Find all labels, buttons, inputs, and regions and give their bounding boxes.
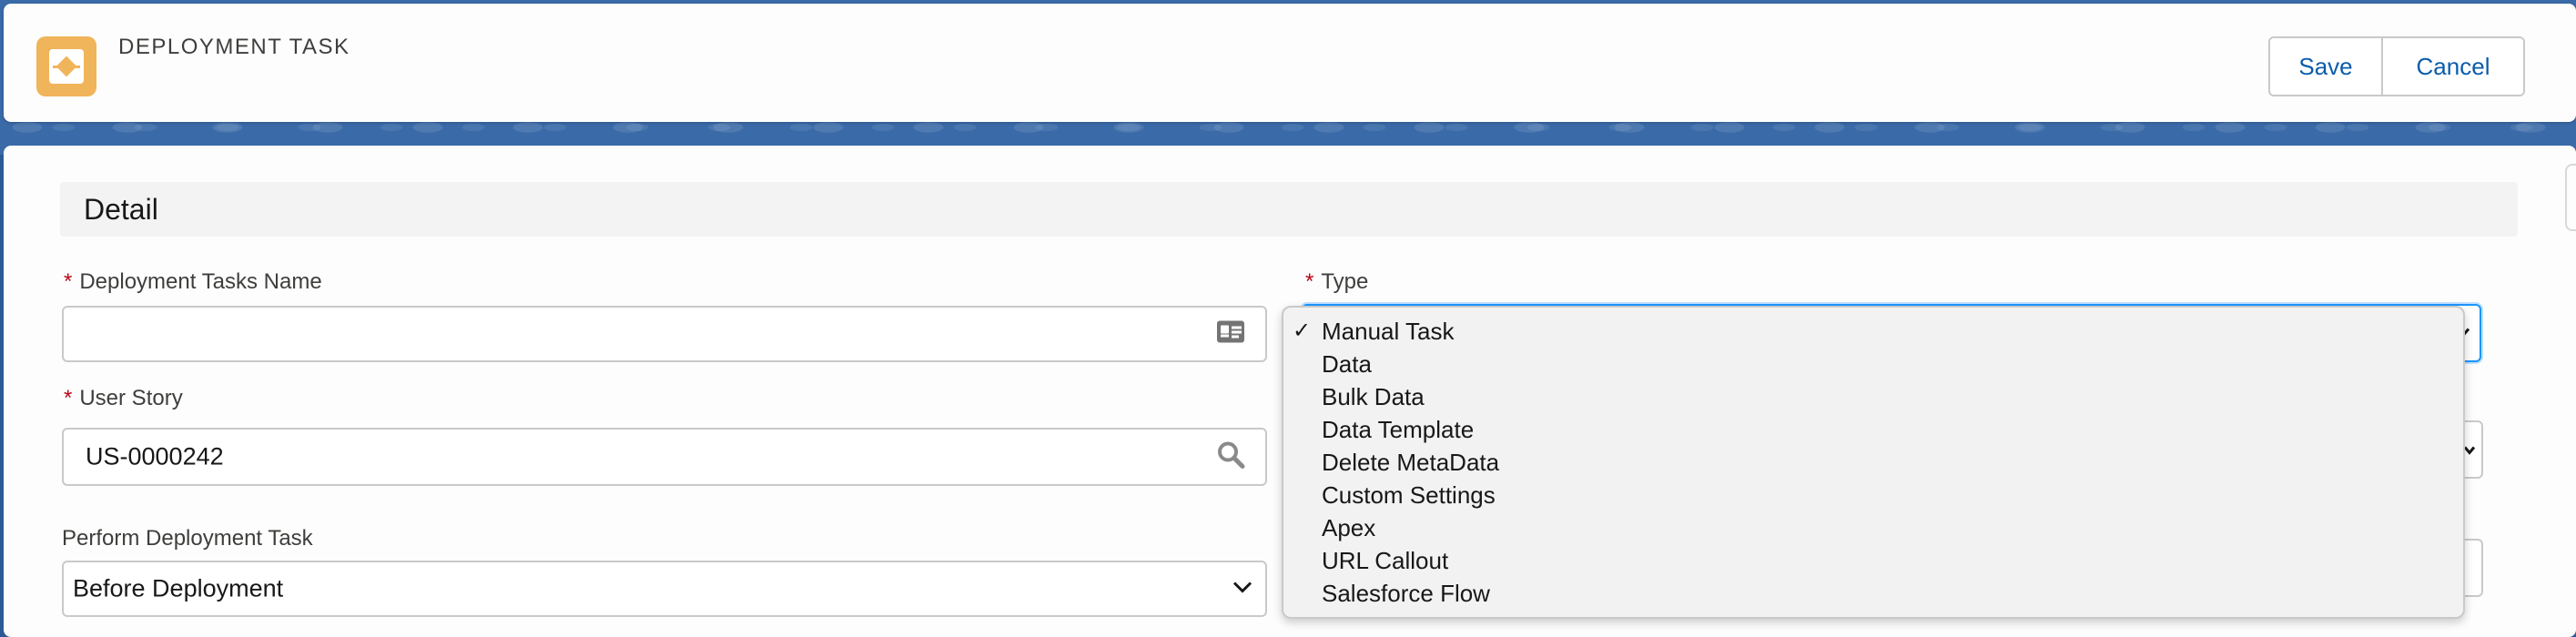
type-option-manual-task[interactable]: ✓ Manual Task bbox=[1283, 315, 2463, 348]
checkmark-icon: ✓ bbox=[1293, 318, 1312, 343]
deployment-task-icon bbox=[36, 36, 96, 96]
section-header[interactable] bbox=[60, 182, 2518, 237]
header-button-group: Save Cancel bbox=[2268, 36, 2525, 96]
cancel-button[interactable]: Cancel bbox=[2381, 38, 2523, 95]
page-title: DEPLOYMENT TASK bbox=[118, 35, 350, 59]
chevron-down-icon bbox=[1232, 579, 1253, 600]
type-option-bulk-data[interactable]: Bulk Data bbox=[1283, 380, 2463, 413]
chevron-down-icon bbox=[2463, 440, 2476, 460]
type-option-data-template[interactable]: Data Template bbox=[1283, 413, 2463, 446]
type-option-url-callout[interactable]: URL Callout bbox=[1283, 544, 2463, 577]
type-dropdown-menu: ✓ Manual Task Data Bulk Data Data Templat… bbox=[1282, 306, 2465, 619]
search-icon[interactable] bbox=[1216, 440, 1245, 474]
perform-deployment-task-label: Perform Deployment Task bbox=[62, 526, 313, 551]
perform-deployment-task-select[interactable]: Before Deployment bbox=[62, 561, 1267, 617]
type-option-apex[interactable]: Apex bbox=[1283, 511, 2463, 544]
name-label: * Deployment Tasks Name bbox=[64, 269, 322, 294]
type-option-custom-settings[interactable]: Custom Settings bbox=[1283, 479, 2463, 511]
type-option-data[interactable]: Data bbox=[1283, 348, 2463, 380]
required-marker: * bbox=[64, 269, 73, 294]
contact-card-icon bbox=[1216, 319, 1245, 349]
user-story-lookup[interactable]: US-0000242 bbox=[62, 428, 1267, 486]
type-option-delete-metadata[interactable]: Delete MetaData bbox=[1283, 446, 2463, 479]
record-header: DEPLOYMENT TASK Save Cancel bbox=[4, 4, 2576, 122]
side-panel-edge bbox=[2565, 164, 2576, 231]
section-title: Detail bbox=[84, 193, 158, 226]
user-story-label: * User Story bbox=[64, 386, 183, 410]
type-option-salesforce-flow[interactable]: Salesforce Flow bbox=[1283, 577, 2463, 610]
type-label: * Type bbox=[1305, 269, 1369, 294]
deployment-task-name-input[interactable] bbox=[62, 306, 1267, 362]
save-button[interactable]: Save bbox=[2270, 38, 2381, 95]
